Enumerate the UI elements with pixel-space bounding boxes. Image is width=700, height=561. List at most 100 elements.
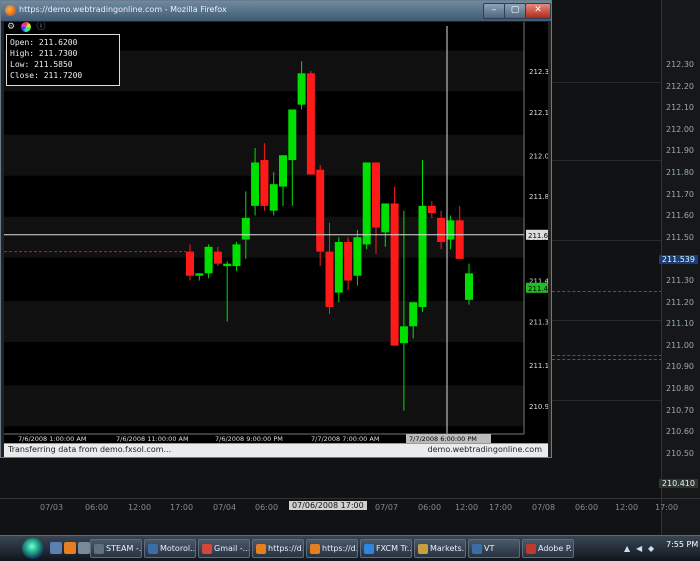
taskbar-label: VT [484, 544, 495, 553]
background-price-tick: 211.60 [666, 211, 694, 221]
chart-band [4, 301, 524, 342]
status-domain: demo.webtradingonline.com [427, 445, 542, 454]
window-title: https://demo.webtradingonline.com - Mozi… [19, 5, 227, 14]
app-icon [148, 544, 158, 554]
price-tick-label: 210.97 [529, 403, 548, 411]
candle-body [195, 273, 204, 276]
background-time-tick: 17:00 [489, 503, 513, 512]
price-tick-label: 212.01 [529, 152, 548, 160]
background-time-tick: 17:00 [170, 503, 194, 512]
background-dashed-line [552, 355, 662, 356]
taskbar-label: Markets... [430, 544, 466, 553]
taskbar-button[interactable]: VT [468, 539, 520, 558]
start-button[interactable] [22, 538, 44, 559]
clock[interactable]: 7:55 PM [666, 540, 698, 549]
background-dashed-line [552, 359, 662, 360]
candle-body [362, 162, 371, 245]
background-price-tick: 212.00 [666, 124, 694, 134]
volume-icon[interactable]: ◀ [636, 544, 645, 553]
current-price-label: 211.46 [528, 285, 548, 293]
background-time-tick: 07/04 [213, 503, 237, 512]
taskbar-button[interactable]: FXCM Tr... [360, 539, 412, 558]
price-tick-label: 211.14 [529, 362, 548, 370]
app-icon [364, 544, 374, 554]
taskbar-label: Motorol... [160, 544, 196, 553]
background-price-tick: 211.80 [666, 168, 694, 177]
candle-body [427, 205, 436, 214]
candle-body [446, 220, 455, 240]
background-time-tick: 12:00 [455, 503, 479, 512]
candle-body [260, 160, 269, 206]
taskbar-label: https://d... [268, 544, 303, 553]
chart-band [4, 385, 524, 427]
close-button[interactable]: ✕ [525, 3, 551, 19]
background-price-tick: 211.50 [666, 232, 694, 242]
ohlc-low: Low: 211.5850 [10, 60, 73, 69]
background-price-axis: 212.30 212.20 212.10 212.00 211.90 211.80 211.… [658, 0, 700, 535]
network-icon[interactable]: ▲ [624, 544, 633, 553]
background-price-tick: 210.60 [666, 427, 694, 437]
firefox-icon [5, 5, 16, 16]
background-price-tick: 211.90 [666, 146, 694, 156]
taskbar-button[interactable]: Gmail -... [198, 539, 250, 558]
candle-body [213, 251, 222, 264]
candle-body [288, 109, 297, 161]
price-tick-label: 212.19 [529, 109, 548, 117]
candle-body [241, 217, 250, 240]
minimize-button[interactable]: – [483, 3, 505, 19]
taskbar-button[interactable]: https://d... [306, 539, 358, 558]
crosshair-price-label: 211.68 [528, 232, 548, 240]
background-price-tick: 210.70 [666, 405, 694, 415]
maximize-button[interactable]: ▢ [504, 3, 526, 19]
browser-window: https://demo.webtradingonline.com - Mozi… [0, 0, 552, 458]
candle-body [269, 184, 278, 211]
background-gridline [552, 320, 662, 321]
candle-body [390, 203, 399, 346]
background-gridline [552, 240, 662, 241]
background-time-tick: 06:00 [85, 503, 109, 512]
background-time-axis: 07/03 06:00 12:00 17:00 07/04 06:00 12:00 17:00… [0, 498, 700, 536]
taskbar-button[interactable]: Motorol... [144, 539, 196, 558]
time-tick-label: 7/6/2008 11:00:00 AM [116, 435, 189, 443]
background-price-tick: 210.90 [666, 362, 694, 372]
taskbar-button[interactable]: Adobe P... [522, 539, 574, 558]
candle-body [409, 302, 418, 327]
background-time-tick: 07/07 [375, 503, 399, 512]
taskbar-button[interactable]: https://d... [252, 539, 304, 558]
candle-body [418, 205, 427, 308]
firefox-quicklaunch-icon[interactable] [64, 542, 76, 554]
chart-band [4, 344, 524, 386]
app-icon [526, 544, 536, 554]
status-text: Transferring data from demo.fxsol.com... [8, 445, 172, 454]
candle-body [186, 251, 194, 276]
shield-icon[interactable]: ◆ [648, 544, 657, 553]
taskbar-button[interactable]: STEAM -... [90, 539, 142, 558]
switcher-icon[interactable] [78, 542, 90, 554]
taskbar-label: Gmail -... [214, 544, 250, 553]
app-icon [202, 544, 212, 554]
background-time-tick: 06:00 [255, 503, 279, 512]
background-time-selected: 07/06/2008 17:00 [289, 501, 367, 510]
background-time-tick: 07/03 [40, 503, 64, 512]
background-price-tick: 212.30 [666, 60, 694, 69]
candle-body [372, 162, 380, 228]
candle-body [381, 203, 390, 233]
desktop-icon[interactable] [50, 542, 62, 554]
background-price-tick: 210.80 [666, 384, 694, 393]
candle-body [306, 73, 315, 175]
app-icon [310, 544, 320, 554]
ohlc-readout: Open: 211.6200 High: 211.7300 Low: 211.5… [6, 34, 120, 86]
candle-body [353, 237, 362, 276]
background-time-tick: 07/08 [532, 503, 556, 512]
background-bottom-price: 210.410 [658, 479, 698, 488]
candle-body [399, 326, 408, 344]
taskbar-label: Adobe P... [538, 544, 574, 553]
taskbar-button[interactable]: Markets... [414, 539, 466, 558]
taskbar-label: https://d... [322, 544, 357, 553]
ohlc-high: High: 211.7300 [10, 49, 78, 58]
price-tick-label: 211.84 [529, 193, 548, 201]
background-price-tick: 211.70 [666, 189, 694, 199]
taskbar-label: STEAM -... [106, 544, 142, 553]
browser-titlebar[interactable]: https://demo.webtradingonline.com - Mozi… [1, 1, 551, 21]
app-icon [418, 544, 428, 554]
